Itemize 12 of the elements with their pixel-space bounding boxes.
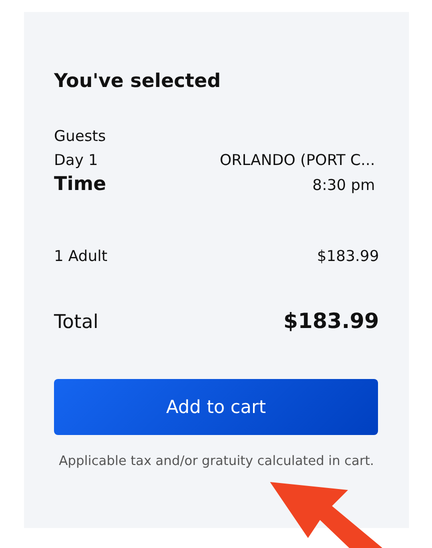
detail-value: ORLANDO (PORT C... [220,150,376,171]
add-to-cart-button[interactable]: Add to cart [54,379,378,435]
summary-title: You've selected [54,70,222,92]
detail-label: Day 1 [54,150,98,171]
tax-note: Applicable tax and/or gratuity calculated in cart. [58,453,376,471]
ticket-label: 1 Adult [54,247,108,265]
detail-label: Time [54,172,106,196]
ticket-price: $183.99 [316,247,379,265]
detail-label: Guests [54,126,106,147]
total-price: $183.99 [283,309,379,333]
detail-value: 8:30 pm [312,175,376,196]
total-label: Total [54,311,98,333]
